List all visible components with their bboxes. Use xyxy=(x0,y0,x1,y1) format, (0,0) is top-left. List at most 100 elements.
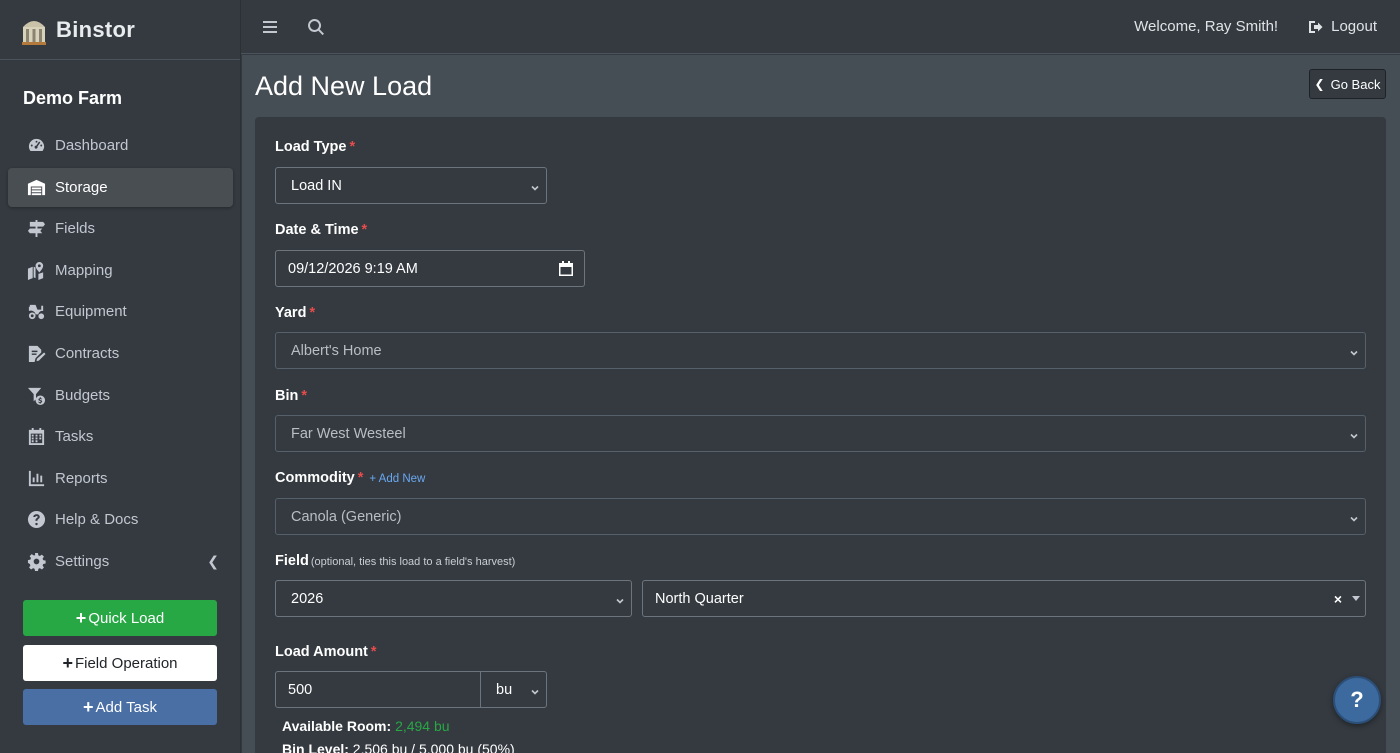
clear-icon[interactable]: × xyxy=(1334,591,1342,607)
available-room-label: Available Room: xyxy=(282,718,392,734)
field-year-select[interactable]: 2026 xyxy=(275,580,632,617)
sidebar-item-label: Storage xyxy=(55,178,108,196)
field-year-value: 2026 xyxy=(291,590,324,607)
caret-down-icon xyxy=(1352,596,1360,601)
yard-value: Albert's Home xyxy=(291,342,382,359)
yard-label-text: Yard xyxy=(275,305,307,321)
farm-name: Demo Farm xyxy=(23,88,123,108)
add-task-label: Add Task xyxy=(95,698,157,716)
sidebar-item-mapping[interactable]: Mapping xyxy=(8,251,233,290)
load-amount-label: Load Amount * xyxy=(275,644,377,660)
available-room: Available Room: 2,494 bu xyxy=(282,718,450,734)
field-operation-button[interactable]: + Field Operation xyxy=(23,645,217,681)
field-hint: (optional, ties this load to a field's h… xyxy=(310,556,516,568)
page-title: Add New Load xyxy=(255,71,433,101)
brand[interactable]: Binstor xyxy=(0,0,240,60)
sidebar-item-storage[interactable]: Storage xyxy=(8,167,233,207)
commodity-select[interactable]: Canola (Generic) xyxy=(275,498,1366,535)
plus-icon: + xyxy=(83,696,94,717)
sidebar-item-equipment[interactable]: Equipment xyxy=(8,292,233,331)
load-type-value: Load IN xyxy=(291,177,342,194)
file-signature-icon xyxy=(26,343,46,363)
chevron-left-icon[interactable]: ❮ xyxy=(207,553,219,570)
bin-value: Far West Westeel xyxy=(291,425,406,442)
sign-out-icon xyxy=(1309,20,1323,33)
tractor-icon xyxy=(26,302,46,322)
yard-select[interactable]: Albert's Home xyxy=(275,332,1366,369)
logout-label: Logout xyxy=(1331,18,1377,35)
available-room-value: 2,494 bu xyxy=(395,718,450,734)
question-icon: ? xyxy=(1350,687,1364,712)
logout-link[interactable]: Logout xyxy=(1308,18,1377,35)
date-time-label-text: Date & Time xyxy=(275,222,359,238)
bin-label-text: Bin xyxy=(275,388,299,404)
sidebar-item-reports[interactable]: Reports xyxy=(8,459,233,498)
field-label: Field (optional, ties this load to a fiel… xyxy=(275,553,515,569)
quick-load-label: Quick Load xyxy=(88,609,165,627)
sidebar-item-label: Mapping xyxy=(55,261,113,279)
date-time-label: Date & Time * xyxy=(275,222,367,238)
bin-select[interactable]: Far West Westeel xyxy=(275,415,1366,452)
map-marker-icon xyxy=(26,260,46,280)
load-form-card: Load Type * Load IN Date & Time * 09/12/20… xyxy=(255,117,1386,753)
bar-chart-icon xyxy=(26,468,46,488)
field-value: North Quarter xyxy=(655,590,744,607)
yard-label: Yard * xyxy=(275,305,315,321)
signpost-icon xyxy=(26,219,46,239)
help-button[interactable]: ? xyxy=(1333,676,1381,724)
sidebar-item-label: Fields xyxy=(55,220,96,238)
sidebar-item-label: Budgets xyxy=(55,386,111,404)
bin-level: Bin Level: 2,506 bu / 5,000 bu (50%) xyxy=(282,741,515,753)
load-type-label: Load Type * xyxy=(275,139,355,155)
sidebar-item-help-docs[interactable]: Help & Docs xyxy=(8,500,233,539)
sidebar-item-label: Tasks xyxy=(55,428,94,446)
date-time-value: 09/12/2026 9:19 AM xyxy=(288,260,418,277)
unit-select[interactable]: bu xyxy=(480,671,547,708)
load-type-select[interactable]: Load IN xyxy=(275,167,547,204)
chevron-down-icon xyxy=(1349,346,1359,356)
sidebar-item-settings[interactable]: Settings ❮ xyxy=(8,542,233,581)
sidebar-item-tasks[interactable]: Tasks xyxy=(8,417,233,456)
field-select[interactable]: North Quarter × xyxy=(642,580,1366,617)
brand-name: Binstor xyxy=(56,16,136,42)
silo-logo-icon xyxy=(22,20,46,45)
hamburger-menu-icon[interactable] xyxy=(262,18,280,36)
quick-load-button[interactable]: + Quick Load xyxy=(23,600,217,636)
required-asterisk: * xyxy=(349,139,356,155)
calendar-icon xyxy=(26,427,46,447)
plus-icon: + xyxy=(62,652,73,673)
chevron-down-icon xyxy=(615,594,625,604)
go-back-label: Go Back xyxy=(1330,76,1381,92)
question-circle-icon xyxy=(26,510,46,530)
sidebar-item-label: Reports xyxy=(55,469,108,487)
sidebar-item-fields[interactable]: Fields xyxy=(8,209,233,248)
load-amount-label-text: Load Amount xyxy=(275,644,368,660)
gear-icon xyxy=(26,551,46,571)
field-operation-label: Field Operation xyxy=(74,654,178,672)
calendar-button[interactable] xyxy=(547,250,585,287)
search-icon[interactable] xyxy=(307,18,325,36)
sidebar-nav: Dashboard Storage Fields Mapping Equipme… xyxy=(8,126,233,584)
date-time-input[interactable]: 09/12/2026 9:19 AM xyxy=(275,250,548,287)
add-task-button[interactable]: + Add Task xyxy=(23,689,217,725)
sidebar-item-label: Dashboard xyxy=(55,137,129,154)
bin-level-label: Bin Level: xyxy=(282,741,349,753)
chevron-down-icon xyxy=(1349,429,1359,439)
required-asterisk: * xyxy=(361,222,368,238)
topbar: Welcome, Ray Smith! Logout xyxy=(241,0,1400,54)
plus-icon: + xyxy=(75,607,87,628)
sidebar-item-label: Equipment xyxy=(55,303,127,321)
sidebar-item-contracts[interactable]: Contracts xyxy=(8,334,233,373)
chevron-down-icon xyxy=(530,181,540,191)
load-amount-input[interactable]: 500 xyxy=(275,671,481,708)
commodity-value: Canola (Generic) xyxy=(291,508,402,525)
chevron-down-icon xyxy=(1349,512,1359,522)
sidebar-item-budgets[interactable]: Budgets xyxy=(8,376,233,415)
go-back-button[interactable]: ❮ Go Back xyxy=(1309,69,1386,99)
unit-value: bu xyxy=(496,681,513,698)
gauge-icon xyxy=(26,136,46,156)
sidebar-item-label: Settings xyxy=(55,552,110,570)
commodity-label-text: Commodity xyxy=(275,470,355,486)
sidebar-item-dashboard[interactable]: Dashboard xyxy=(8,126,233,165)
add-new-commodity-link[interactable]: + Add New xyxy=(369,473,425,485)
